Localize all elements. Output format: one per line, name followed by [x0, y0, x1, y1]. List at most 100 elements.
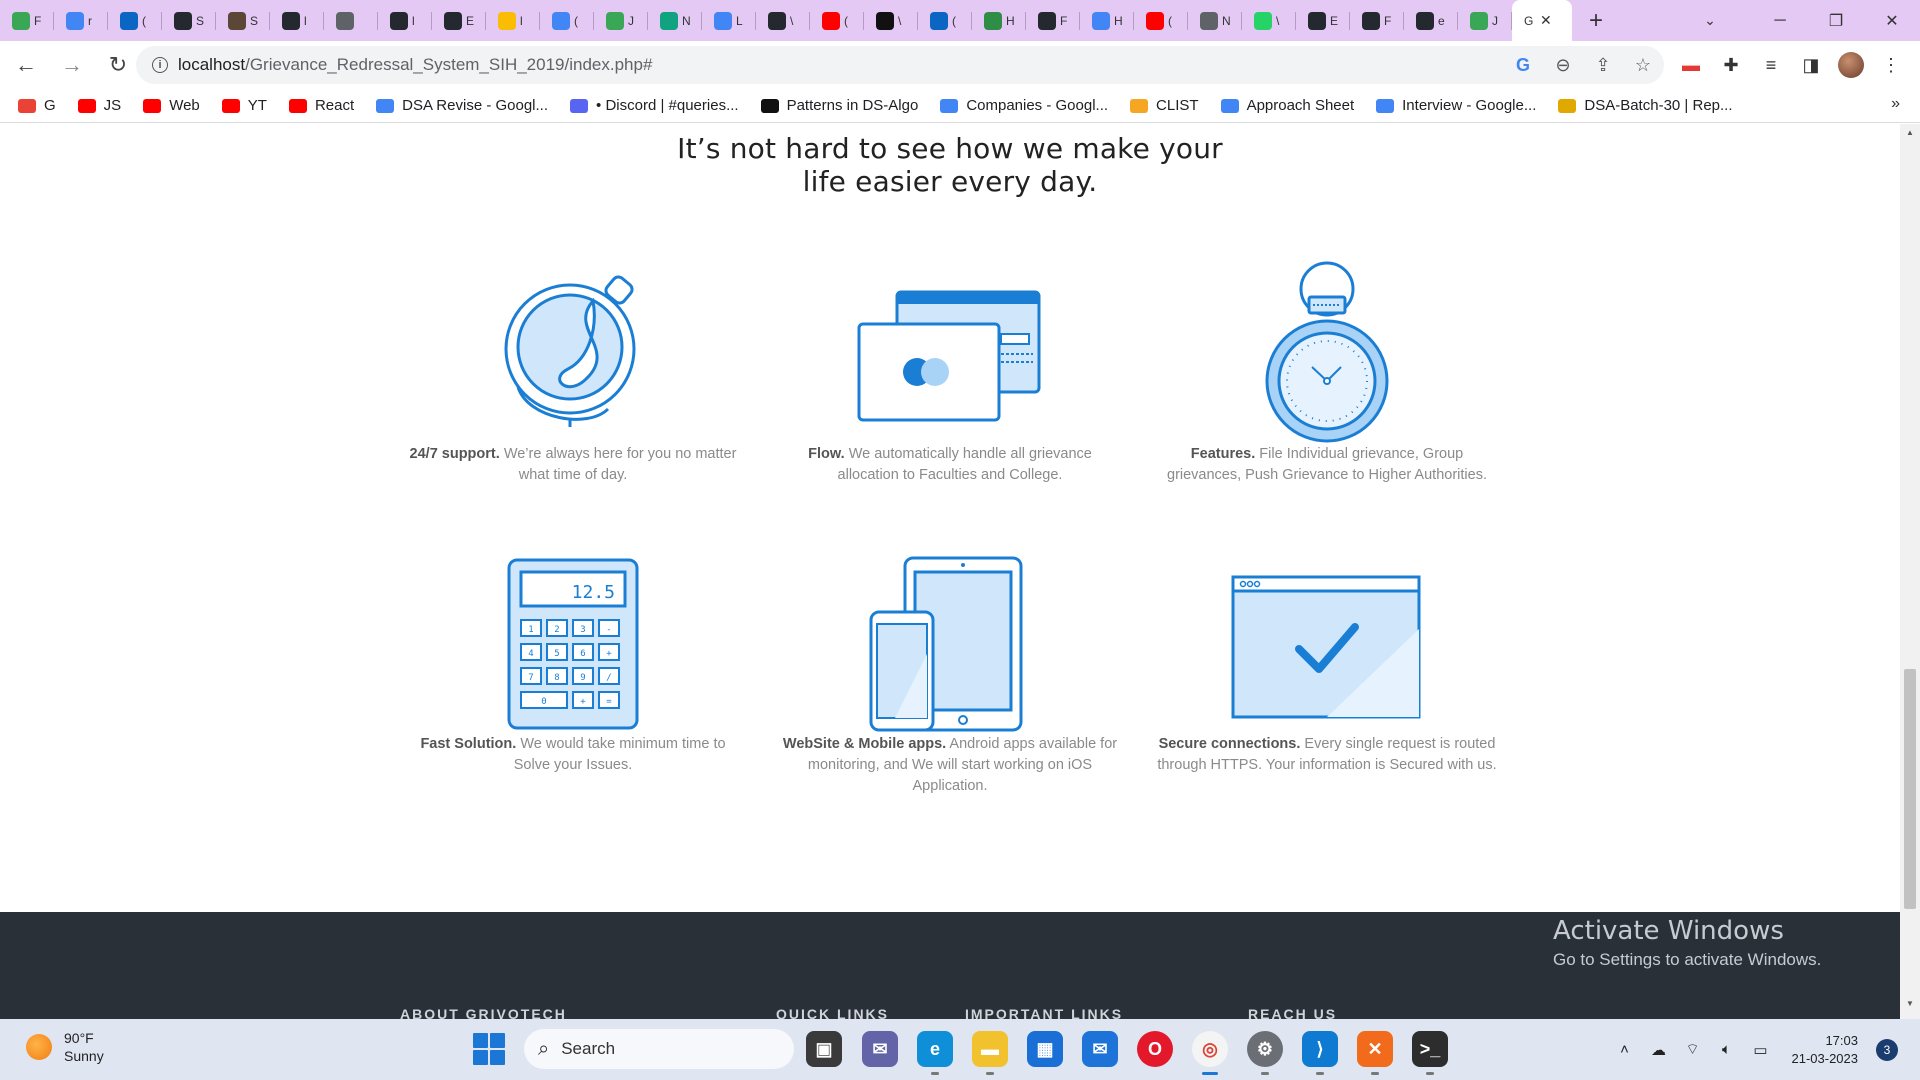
- bookmark-item[interactable]: Approach Sheet: [1220, 97, 1354, 114]
- browser-tab[interactable]: l: [486, 0, 540, 41]
- volume-icon[interactable]: 🔈︎: [1714, 1041, 1740, 1058]
- headline-line-2: life easier every day.: [802, 165, 1098, 198]
- chrome-icon[interactable]: ◎: [1192, 1031, 1228, 1075]
- browser-tab[interactable]: (: [1134, 0, 1188, 41]
- browser-tab[interactable]: J: [1458, 0, 1512, 41]
- browser-tab[interactable]: \: [1242, 0, 1296, 41]
- github-icon: [444, 11, 462, 30]
- bookmark-item[interactable]: • Discord | #queries...: [570, 97, 739, 114]
- side-panel-icon[interactable]: ◨: [1798, 55, 1824, 76]
- scroll-up-arrow-icon[interactable]: ▲: [1900, 128, 1920, 144]
- bookmark-label: Companies - Googl...: [966, 97, 1109, 114]
- notification-badge[interactable]: 3: [1876, 1038, 1898, 1061]
- browser-tab[interactable]: N: [1188, 0, 1242, 41]
- reload-button[interactable]: ↻: [98, 45, 138, 85]
- page-scrollbar[interactable]: ▲ ▼: [1900, 124, 1920, 1019]
- file-explorer-icon[interactable]: ▬: [972, 1031, 1008, 1075]
- weather-widget[interactable]: 90°F Sunny: [26, 1029, 104, 1065]
- chevron-up-icon[interactable]: ˄: [1612, 1041, 1638, 1058]
- bookmark-item[interactable]: JS: [77, 97, 121, 114]
- bookmark-item[interactable]: Patterns in DS-Algo: [760, 97, 918, 114]
- battery-icon[interactable]: ▭: [1748, 1041, 1774, 1059]
- browser-tab[interactable]: l: [270, 0, 324, 41]
- bookmark-item[interactable]: Interview - Google...: [1376, 97, 1536, 114]
- onedrive-icon[interactable]: ☁: [1646, 1041, 1672, 1059]
- browser-tab[interactable]: H: [1080, 0, 1134, 41]
- terminal-icon[interactable]: >_: [1412, 1031, 1448, 1075]
- browser-tab[interactable]: F: [0, 0, 54, 41]
- bookmark-item[interactable]: Companies - Googl...: [940, 97, 1108, 114]
- browser-tab[interactable]: (: [540, 0, 594, 41]
- bookmarks-overflow-button[interactable]: »: [1891, 95, 1900, 113]
- store-icon[interactable]: ▦: [1027, 1031, 1063, 1067]
- bookmark-item[interactable]: DSA Revise - Googl...: [376, 97, 548, 114]
- bookmark-star-icon[interactable]: ☆: [1632, 55, 1654, 76]
- close-window-button[interactable]: ✕: [1864, 0, 1920, 41]
- youtube-icon: [1146, 11, 1164, 30]
- browser-tab[interactable]: N: [648, 0, 702, 41]
- browser-tab[interactable]: (: [810, 0, 864, 41]
- browser-tab[interactable]: S: [162, 0, 216, 41]
- maximize-window-button[interactable]: ❐: [1808, 0, 1864, 41]
- google-icon: [66, 11, 84, 30]
- browser-tab[interactable]: J: [594, 0, 648, 41]
- close-tab-icon[interactable]: ✕: [1540, 12, 1552, 29]
- mail-icon[interactable]: ✉: [1082, 1031, 1118, 1067]
- browser-tab[interactable]: F: [1026, 0, 1080, 41]
- browser-tab[interactable]: E: [1296, 0, 1350, 41]
- forward-button[interactable]: →: [52, 45, 92, 85]
- active-browser-tab[interactable]: G ✕: [1512, 0, 1572, 41]
- calculator-icon: 12.5 1 2 3 - 4 5 6 +7 8 9 / 0 + =: [403, 554, 743, 734]
- scrollbar-thumb[interactable]: [1904, 669, 1916, 909]
- zoom-icon[interactable]: ⊖: [1552, 55, 1574, 76]
- site-info-icon[interactable]: i: [142, 57, 178, 73]
- clock[interactable]: 17:03 21-03-2023: [1792, 1032, 1859, 1068]
- browser-tab[interactable]: l: [378, 0, 432, 41]
- settings-icon[interactable]: ⚙: [1247, 1031, 1283, 1075]
- minimize-window-button[interactable]: ─: [1752, 0, 1808, 41]
- browser-tab[interactable]: L: [702, 0, 756, 41]
- bookmark-item[interactable]: DSA-Batch-30 | Rep...: [1558, 97, 1733, 114]
- bookmark-item[interactable]: YT: [221, 97, 267, 114]
- browser-tab[interactable]: r: [54, 0, 108, 41]
- profile-avatar[interactable]: [1838, 52, 1864, 78]
- extension-yt-icon[interactable]: ▬: [1678, 55, 1704, 76]
- browser-tab[interactable]: S: [216, 0, 270, 41]
- google-lens-icon[interactable]: G: [1512, 55, 1534, 76]
- task-view-icon[interactable]: ▣: [806, 1031, 842, 1067]
- browser-tab[interactable]: (: [918, 0, 972, 41]
- new-tab-button[interactable]: +: [1576, 0, 1616, 41]
- browser-tab[interactable]: \: [864, 0, 918, 41]
- start-button[interactable]: [473, 1033, 505, 1065]
- bookmark-item[interactable]: CLIST: [1130, 97, 1199, 114]
- wifi-icon[interactable]: ⌔: [1680, 1040, 1706, 1059]
- bookmark-item[interactable]: React: [288, 97, 354, 114]
- browser-tab[interactable]: E: [432, 0, 486, 41]
- tab-search-chevron-icon[interactable]: ⌄: [1690, 0, 1730, 41]
- browser-tab[interactable]: (: [108, 0, 162, 41]
- browser-tab[interactable]: F: [1350, 0, 1404, 41]
- url-text[interactable]: localhost/Grievance_Redressal_System_SIH…: [178, 55, 652, 75]
- extensions-puzzle-icon[interactable]: ✚: [1718, 55, 1744, 76]
- vscode-icon[interactable]: ⟩: [1302, 1031, 1338, 1075]
- bookmark-item[interactable]: Web: [143, 97, 200, 114]
- leaf-icon: [12, 11, 30, 30]
- scroll-down-arrow-icon[interactable]: ▼: [1900, 999, 1920, 1015]
- menu-kebab-icon[interactable]: ⋮: [1878, 55, 1904, 76]
- docs-icon: [1376, 98, 1395, 113]
- back-button[interactable]: ←: [6, 45, 46, 85]
- edge-icon[interactable]: e: [917, 1031, 953, 1075]
- media-control-icon[interactable]: ≡: [1758, 55, 1784, 76]
- browser-tab[interactable]: H: [972, 0, 1026, 41]
- browser-tab[interactable]: \: [756, 0, 810, 41]
- xampp-icon[interactable]: ✕: [1357, 1031, 1393, 1075]
- browser-tab[interactable]: e: [1404, 0, 1458, 41]
- address-bar[interactable]: i localhost/Grievance_Redressal_System_S…: [136, 46, 1664, 84]
- teams-icon[interactable]: ✉: [862, 1031, 898, 1067]
- opera-icon[interactable]: O: [1137, 1031, 1173, 1067]
- taskbar-search[interactable]: ⌕ Search: [524, 1029, 794, 1069]
- bookmark-item[interactable]: G: [18, 97, 56, 114]
- share-icon[interactable]: ⇪: [1592, 55, 1614, 76]
- browser-tab[interactable]: [324, 0, 378, 41]
- clock-time: 17:03: [1825, 1032, 1858, 1048]
